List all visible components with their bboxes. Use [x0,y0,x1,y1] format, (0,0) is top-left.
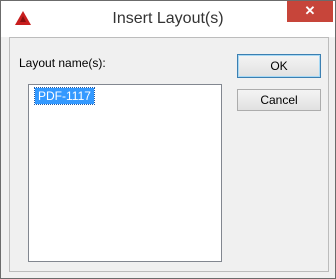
window-title: Insert Layout(s) [112,10,224,27]
autocad-logo-icon [15,11,31,25]
layout-names-label: Layout name(s): [19,56,106,70]
close-button[interactable]: ✕ [287,1,333,22]
insert-layouts-dialog: Insert Layout(s) ✕ Layout name(s): PDF-1… [0,0,336,279]
title-bar[interactable]: Insert Layout(s) ✕ [1,1,335,37]
layout-names-listbox[interactable]: PDF-1117 [28,84,222,262]
ok-button[interactable]: OK [237,54,321,78]
cancel-button[interactable]: Cancel [237,89,321,111]
list-item[interactable]: PDF-1117 [34,87,95,105]
